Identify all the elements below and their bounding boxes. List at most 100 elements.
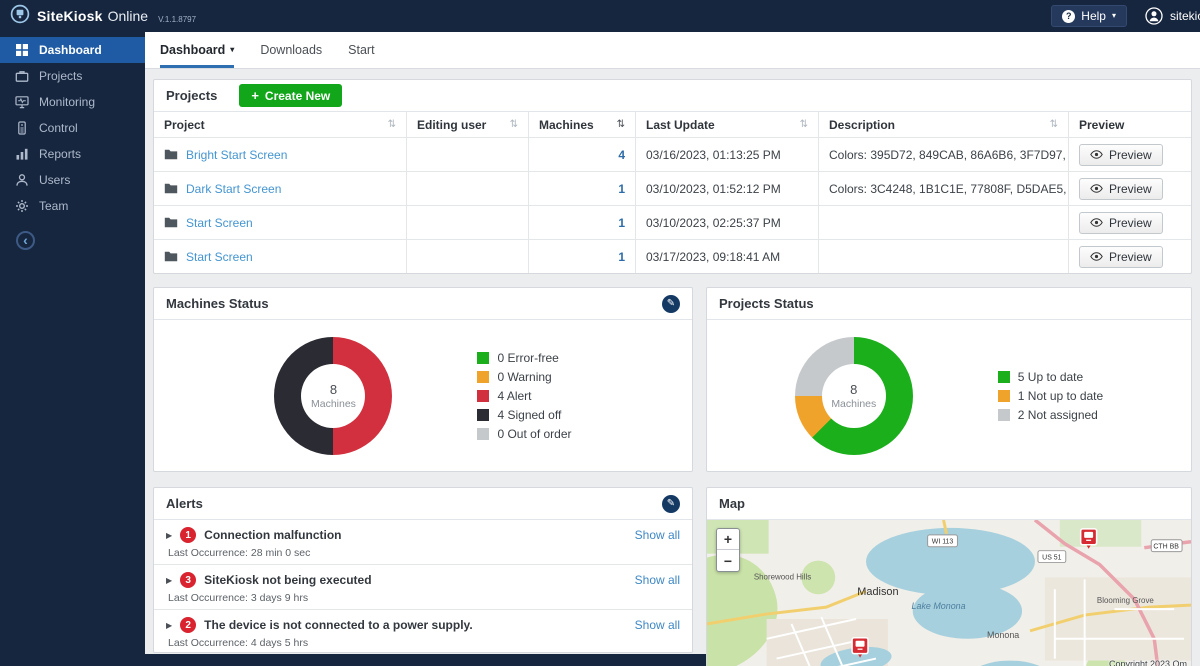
sort-icon[interactable]: ⇅ bbox=[510, 119, 518, 130]
show-all-link[interactable]: Show all bbox=[635, 573, 680, 587]
map-label-lake-monona: Lake Monona bbox=[912, 601, 966, 611]
map-label-blooming-grove: Blooming Grove bbox=[1097, 596, 1155, 605]
pencil-icon: ✎ bbox=[667, 298, 675, 309]
help-icon: ? bbox=[1062, 10, 1075, 23]
route-shield: CTH BB bbox=[1151, 540, 1182, 552]
panel-title: Machines Status bbox=[166, 296, 269, 311]
projects-panel: Projects + Create New Project ⇅ Editing … bbox=[153, 79, 1192, 274]
alert-title: The device is not connected to a power s… bbox=[204, 618, 473, 632]
alert-count-badge: 3 bbox=[180, 572, 196, 588]
zoom-out-button[interactable]: − bbox=[717, 550, 739, 571]
alerts-panel: Alerts ✎ ▶ 1 Connection malfunction Show… bbox=[153, 487, 693, 653]
plus-icon: + bbox=[251, 89, 259, 102]
editing-user-cell bbox=[407, 172, 529, 205]
sidebar-item-dashboard[interactable]: Dashboard bbox=[0, 37, 145, 63]
map-label-madison: Madison bbox=[857, 586, 898, 598]
tab-start[interactable]: Start bbox=[348, 32, 374, 68]
legend-item: 4 Alert bbox=[477, 389, 571, 403]
sidebar-item-projects[interactable]: Projects bbox=[0, 63, 145, 89]
table-row: Start Screen 1 03/17/2023, 09:18:41 AM P… bbox=[154, 240, 1191, 273]
preview-button[interactable]: Preview bbox=[1079, 246, 1163, 268]
legend-item: 0 Warning bbox=[477, 370, 571, 384]
zoom-in-button[interactable]: + bbox=[717, 529, 739, 550]
user-menu[interactable]: sitekiosk bbox=[1145, 7, 1200, 25]
legend-item: 1 Not up to date bbox=[998, 389, 1103, 403]
legend-swatch bbox=[477, 409, 489, 421]
user-icon bbox=[1145, 7, 1163, 25]
column-header-machines[interactable]: Machines ⇅ bbox=[529, 112, 636, 137]
preview-button[interactable]: Preview bbox=[1079, 212, 1163, 234]
legend-item: 5 Up to date bbox=[998, 370, 1103, 384]
expand-caret-icon[interactable]: ▶ bbox=[166, 531, 172, 540]
preview-button[interactable]: Preview bbox=[1079, 144, 1163, 166]
map-canvas[interactable]: Shorewood Hills Madison Lake Monona Mono… bbox=[707, 520, 1191, 666]
show-all-link[interactable]: Show all bbox=[635, 528, 680, 542]
column-header-last-update[interactable]: Last Update ⇅ bbox=[636, 112, 819, 137]
alert-last-occurrence: Last Occurrence: 3 days 9 hrs bbox=[168, 592, 680, 604]
sidebar-collapse-button[interactable]: ‹ bbox=[16, 231, 35, 250]
tab-downloads[interactable]: Downloads bbox=[260, 32, 322, 68]
sitekiosk-logo-icon bbox=[10, 4, 30, 29]
machines-status-header: Machines Status ✎ bbox=[154, 288, 692, 320]
map-copyright: Copyright 2023 Om bbox=[1109, 659, 1187, 666]
machines-count: 4 bbox=[618, 148, 625, 162]
column-header-project[interactable]: Project ⇅ bbox=[154, 112, 407, 137]
preview-button[interactable]: Preview bbox=[1079, 178, 1163, 200]
show-all-link[interactable]: Show all bbox=[635, 618, 680, 632]
edit-widget-button[interactable]: ✎ bbox=[662, 495, 680, 513]
machines-cell: 1 bbox=[529, 240, 636, 273]
sort-icon[interactable]: ⇅ bbox=[1050, 119, 1058, 130]
panel-title: Map bbox=[719, 496, 745, 511]
route-shield: US 51 bbox=[1038, 551, 1066, 563]
user-label: sitekiosk bbox=[1170, 9, 1200, 23]
project-link[interactable]: Dark Start Screen bbox=[186, 182, 281, 196]
project-cell: Start Screen bbox=[154, 206, 407, 239]
svg-text:US 51: US 51 bbox=[1042, 555, 1061, 562]
column-header-description[interactable]: Description ⇅ bbox=[819, 112, 1069, 137]
machines-status-legend: 0 Error-free 0 Warning 4 Alert 4 Signed … bbox=[477, 351, 571, 441]
expand-caret-icon[interactable]: ▶ bbox=[166, 621, 172, 630]
legend-swatch bbox=[477, 352, 489, 364]
alert-title: SiteKiosk not being executed bbox=[204, 573, 371, 587]
sort-icon[interactable]: ⇅ bbox=[800, 119, 808, 130]
sidebar-item-reports[interactable]: Reports bbox=[0, 141, 145, 167]
table-header-row: Project ⇅ Editing user ⇅ Machines ⇅ La bbox=[154, 112, 1191, 138]
alert-row: ▶ 2 The device is not connected to a pow… bbox=[154, 610, 692, 654]
sidebar-item-team[interactable]: Team bbox=[0, 193, 145, 219]
folder-icon bbox=[164, 183, 178, 194]
sidebar-item-control[interactable]: Control bbox=[0, 115, 145, 141]
users-icon bbox=[15, 173, 29, 187]
last-update-cell: 03/10/2023, 01:52:12 PM bbox=[636, 172, 819, 205]
sidebar-item-monitoring[interactable]: Monitoring bbox=[0, 89, 145, 115]
alert-row: ▶ 1 Connection malfunction Show all Last… bbox=[154, 520, 692, 565]
legend-swatch bbox=[477, 390, 489, 402]
create-new-button[interactable]: + Create New bbox=[239, 84, 342, 107]
map-label-shorewood-hills: Shorewood Hills bbox=[754, 572, 811, 581]
donut-center-label: Machines bbox=[311, 398, 356, 410]
project-link[interactable]: Start Screen bbox=[186, 216, 253, 230]
column-header-editing-user[interactable]: Editing user ⇅ bbox=[407, 112, 529, 137]
projects-status-body: 8 Machines 5 Up to date 1 Not up to date… bbox=[707, 320, 1191, 472]
sort-icon[interactable]: ⇅ bbox=[388, 119, 396, 130]
sidebar-item-users[interactable]: Users bbox=[0, 167, 145, 193]
donut-center-value: 8 bbox=[850, 382, 857, 397]
tab-dashboard[interactable]: Dashboard ▾ bbox=[160, 32, 234, 68]
edit-widget-button[interactable]: ✎ bbox=[662, 295, 680, 313]
legend-swatch bbox=[998, 390, 1010, 402]
legend-swatch bbox=[998, 409, 1010, 421]
editing-user-cell bbox=[407, 240, 529, 273]
panel-title: Projects bbox=[166, 88, 217, 103]
project-link[interactable]: Start Screen bbox=[186, 250, 253, 264]
description-cell: Colors: 395D72, 849CAB, 86A6B6, 3F7D97, … bbox=[819, 138, 1069, 171]
column-header-preview: Preview bbox=[1069, 112, 1191, 137]
remote-control-icon bbox=[15, 121, 29, 135]
help-button[interactable]: ? Help ▾ bbox=[1051, 5, 1127, 27]
sidebar-item-label: Reports bbox=[39, 147, 81, 161]
eye-icon bbox=[1090, 216, 1103, 230]
project-cell: Bright Start Screen bbox=[154, 138, 407, 171]
expand-caret-icon[interactable]: ▶ bbox=[166, 576, 172, 585]
project-link[interactable]: Bright Start Screen bbox=[186, 148, 287, 162]
sort-icon[interactable]: ⇅ bbox=[617, 119, 625, 130]
machines-cell: 1 bbox=[529, 172, 636, 205]
last-update-cell: 03/16/2023, 01:13:25 PM bbox=[636, 138, 819, 171]
